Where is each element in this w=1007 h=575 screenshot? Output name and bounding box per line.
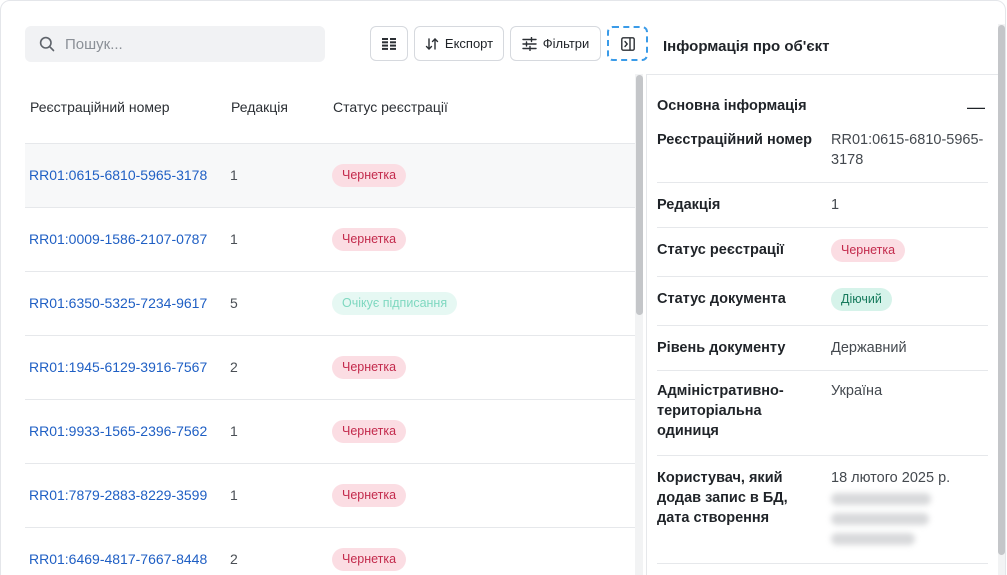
registration-number-link[interactable]: RR01:9933-1565-2396-7562: [29, 423, 207, 439]
registration-number-link[interactable]: RR01:0615-6810-5965-3178: [29, 167, 207, 183]
toggle-side-panel-button[interactable]: [607, 26, 648, 61]
edition-cell: 1: [230, 423, 238, 439]
field-label: Рівень документу: [657, 340, 786, 356]
detail-field-registration-number: Реєстраційний номер RR01:0615-6810-5965-…: [657, 127, 988, 183]
status-badge: Діючий: [831, 288, 892, 311]
search-box[interactable]: [25, 26, 325, 62]
field-value: 1: [831, 197, 840, 213]
detail-field-document-level: Рівень документу Державний: [657, 326, 988, 371]
field-label: Редакція: [657, 197, 721, 213]
table-row[interactable]: RR01:7879-2883-8229-3599 1 Чернетка: [25, 464, 635, 528]
status-badge: Очікує підписання: [332, 292, 458, 315]
section-title: Основна інформація: [657, 98, 807, 114]
side-panel-title: Інформація про об'єкт: [663, 38, 830, 55]
side-panel-icon: [620, 36, 635, 51]
registration-number-link[interactable]: RR01:7879-2883-8229-3599: [29, 487, 207, 503]
search-input[interactable]: [65, 35, 305, 53]
detail-field-document-status: Статус документа Діючий: [657, 277, 988, 326]
field-value: Україна: [831, 383, 883, 399]
edition-cell: 5: [230, 295, 238, 311]
column-header-number[interactable]: Реєстраційний номер: [30, 99, 170, 115]
registration-number-link[interactable]: RR01:6350-5325-7234-9617: [29, 295, 207, 311]
detail-field-edition: Редакція 1: [657, 183, 988, 228]
registration-number-link[interactable]: RR01:6469-4817-7667-8448: [29, 551, 207, 567]
detail-field-admin-unit: Адміністративно-територіальна одиниця Ук…: [657, 371, 988, 456]
export-button[interactable]: Експорт: [414, 26, 504, 61]
table-header: Реєстраційний номер Редакція Статус реєс…: [25, 75, 635, 144]
detail-field-registration-status: Статус реєстрації Чернетка: [657, 228, 988, 277]
edition-cell: 1: [230, 231, 238, 247]
export-label: Експорт: [444, 36, 494, 51]
status-badge: Чернетка: [332, 484, 407, 507]
redacted-text: [831, 493, 931, 505]
edition-cell: 1: [230, 167, 238, 183]
edition-cell: 1: [230, 487, 238, 503]
field-label: Адміністративно-територіальна одиниця: [657, 383, 784, 439]
columns-button[interactable]: [370, 26, 408, 61]
detail-field-created-by: Користувач, який додав запис в БД, дата …: [657, 456, 988, 564]
field-value: Державний: [831, 340, 907, 356]
table-row[interactable]: RR01:0009-1586-2107-0787 1 Чернетка: [25, 208, 635, 272]
edition-cell: 2: [230, 359, 238, 375]
search-icon: [39, 36, 55, 52]
app-frame: Експорт Фільтри Інформація про об'єкт Ре…: [0, 0, 1006, 575]
table-row[interactable]: RR01:0615-6810-5965-3178 1 Чернетка: [25, 144, 635, 208]
status-badge: Чернетка: [831, 239, 906, 262]
status-badge: Чернетка: [332, 548, 407, 571]
table-row[interactable]: RR01:9933-1565-2396-7562 1 Чернетка: [25, 400, 635, 464]
column-header-status[interactable]: Статус реєстрації: [333, 99, 448, 115]
filters-button[interactable]: Фільтри: [510, 26, 601, 61]
status-badge: Чернетка: [332, 228, 407, 251]
registration-number-link[interactable]: RR01:1945-6129-3916-7567: [29, 359, 207, 375]
columns-icon: [382, 37, 396, 50]
filters-label: Фільтри: [542, 36, 590, 51]
field-label: Користувач, який додав запис в БД, дата …: [657, 470, 788, 526]
table-row[interactable]: RR01:6469-4817-7667-8448 2 Чернетка: [25, 528, 635, 575]
table-scrollbar-thumb[interactable]: [636, 75, 643, 315]
collapse-section-button[interactable]: —: [967, 97, 985, 118]
status-badge: Чернетка: [332, 420, 407, 443]
status-badge: Чернетка: [332, 164, 407, 187]
table-row[interactable]: RR01:6350-5325-7234-9617 5 Очікує підпис…: [25, 272, 635, 336]
registration-number-link[interactable]: RR01:0009-1586-2107-0787: [29, 231, 207, 247]
object-info-panel: Основна інформація — Реєстраційний номер…: [646, 74, 998, 575]
sort-arrows-icon: [425, 37, 439, 50]
table-row[interactable]: RR01:1945-6129-3916-7567 2 Чернетка: [25, 336, 635, 400]
redacted-text: [831, 513, 929, 525]
field-label: Реєстраційний номер: [657, 132, 813, 148]
edition-cell: 2: [230, 551, 238, 567]
filter-sliders-icon: [522, 36, 537, 51]
field-label: Статус реєстрації: [657, 242, 784, 258]
field-label: Статус документа: [657, 291, 786, 307]
panel-scrollbar-thumb[interactable]: [998, 25, 1005, 555]
redacted-text: [831, 533, 915, 545]
field-value: RR01:0615-6810-5965-3178: [831, 132, 984, 168]
status-badge: Чернетка: [332, 356, 407, 379]
field-value: 18 лютого 2025 р.: [831, 470, 951, 486]
column-header-edition[interactable]: Редакція: [231, 99, 288, 115]
